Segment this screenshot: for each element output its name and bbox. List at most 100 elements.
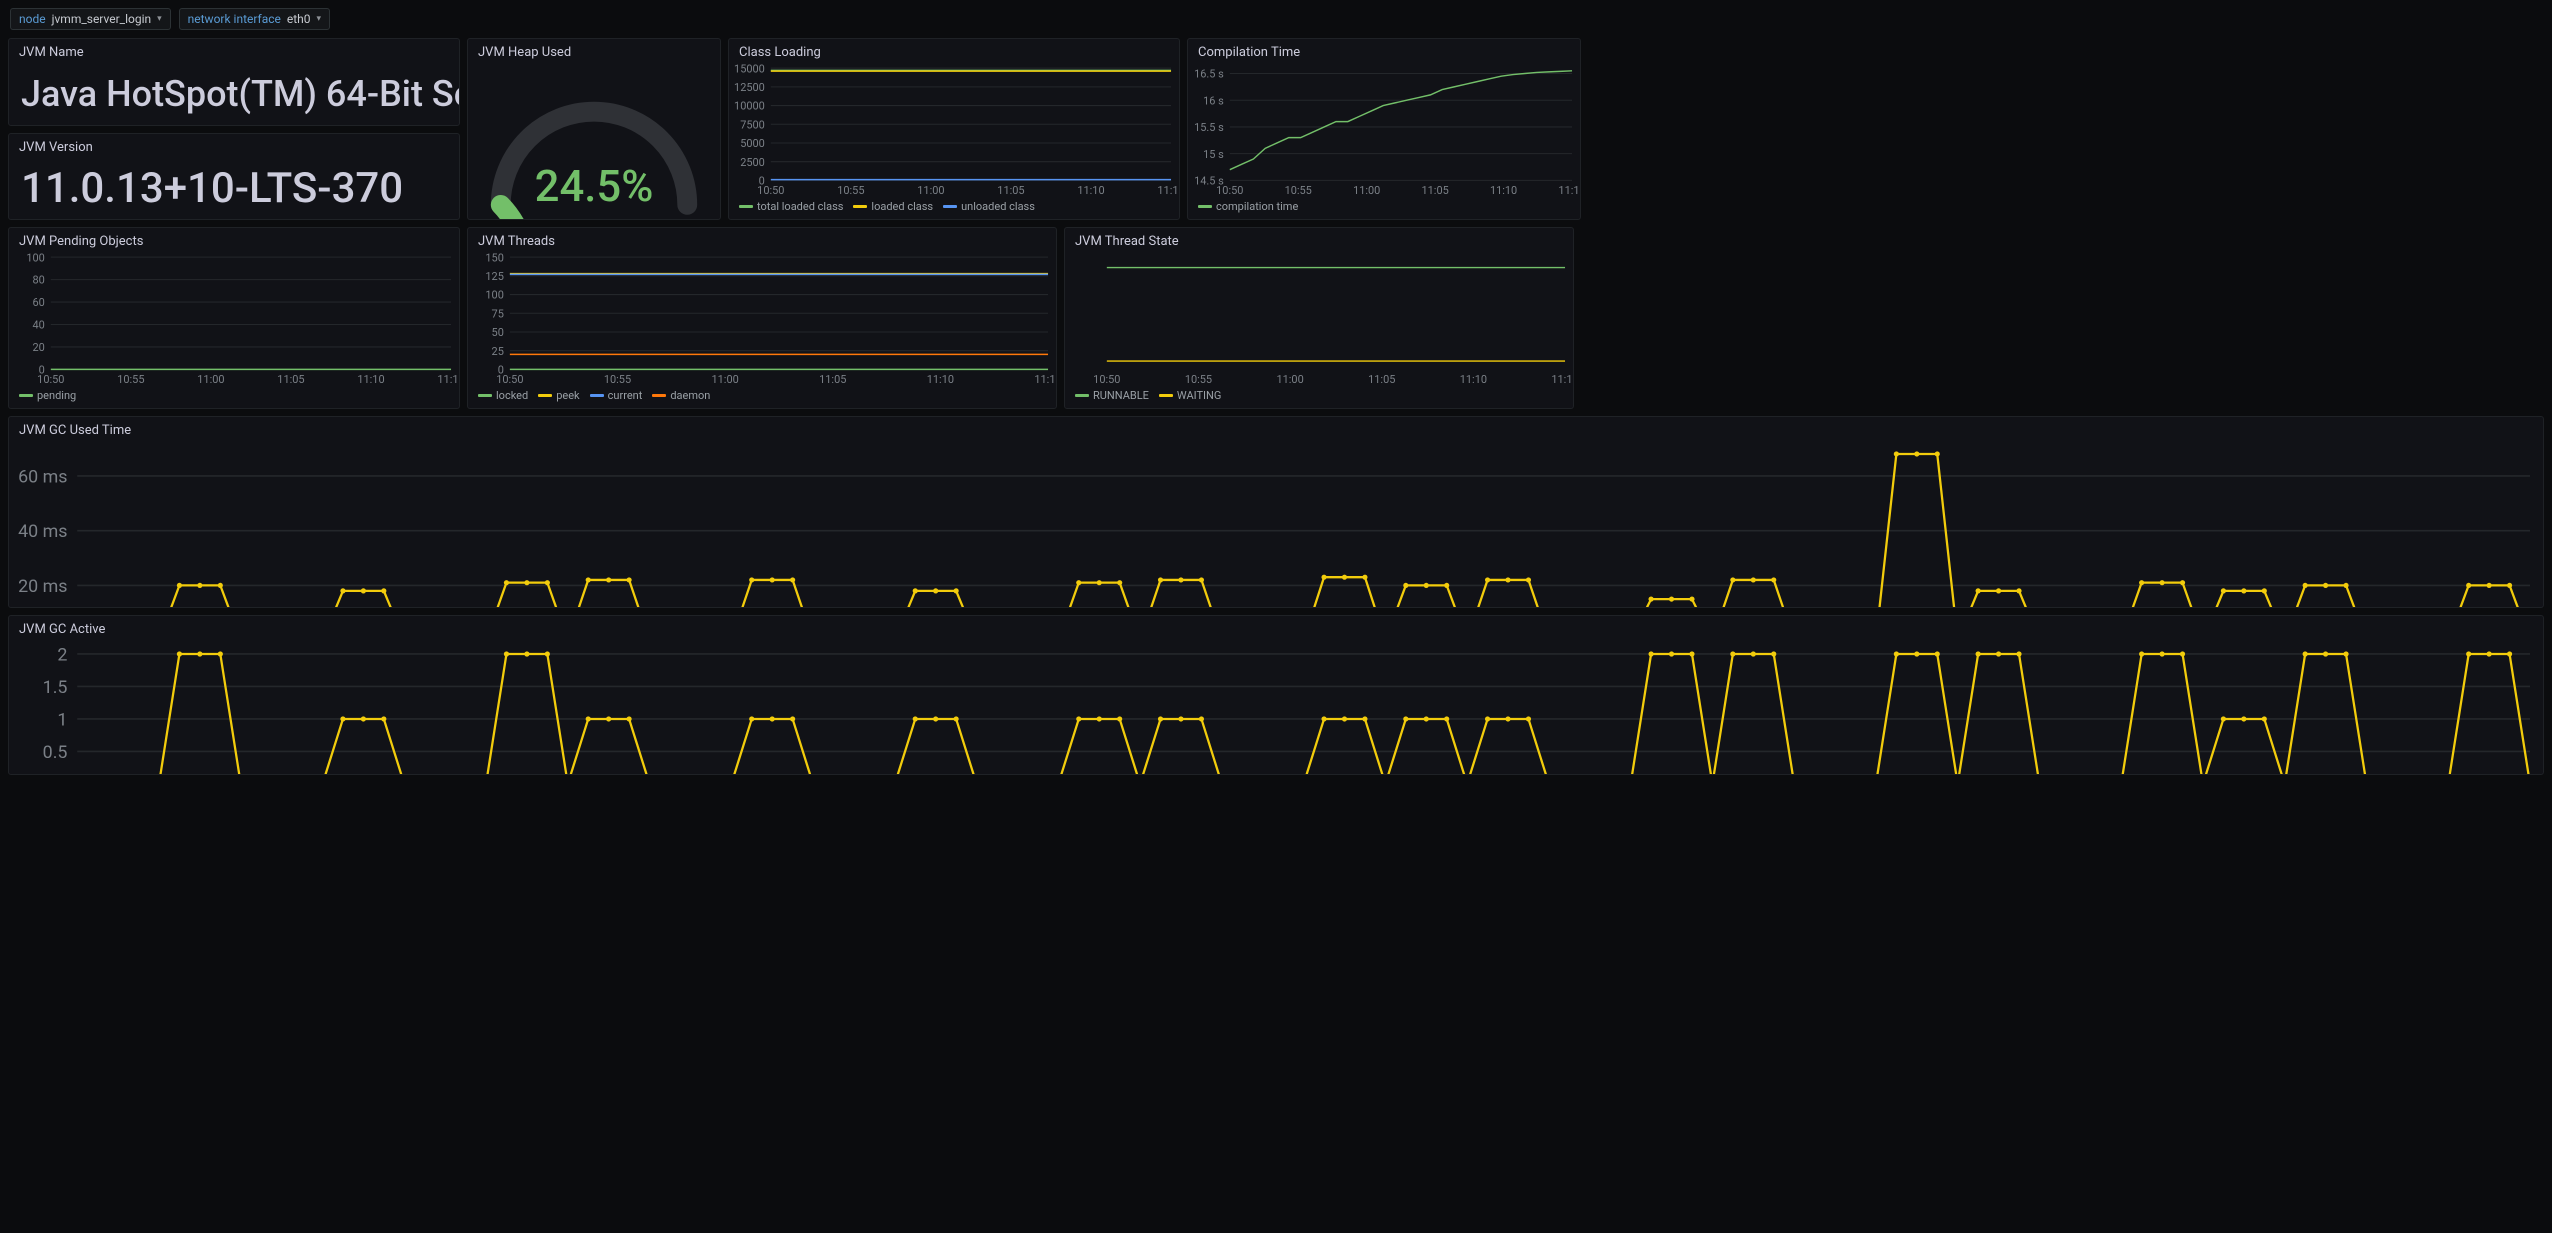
svg-text:0.5: 0.5 bbox=[43, 742, 68, 763]
jvm-version-value: 11.0.13+10-LTS-370 bbox=[9, 159, 459, 220]
svg-text:10:55: 10:55 bbox=[117, 373, 144, 386]
legend-item[interactable]: peek bbox=[538, 389, 579, 402]
svg-text:60: 60 bbox=[33, 296, 45, 309]
svg-text:1.5: 1.5 bbox=[43, 677, 68, 698]
svg-text:100: 100 bbox=[26, 253, 44, 264]
panel-title: JVM Thread State bbox=[1065, 228, 1573, 253]
legend-label: RUNNABLE bbox=[1093, 389, 1149, 402]
svg-text:11:10: 11:10 bbox=[1490, 184, 1517, 197]
chart-body: 0 ms20 ms40 ms60 ms10:48:0010:49:0010:50… bbox=[9, 442, 2543, 608]
legend-swatch bbox=[19, 394, 33, 397]
svg-text:11:15: 11:15 bbox=[1157, 184, 1179, 197]
chart-body: 00.511.5210:48:0010:49:0010:50:0010:51:0… bbox=[9, 641, 2543, 775]
panel-jvm-version[interactable]: JVM Version 11.0.13+10-LTS-370 bbox=[8, 133, 460, 221]
svg-text:50: 50 bbox=[492, 326, 504, 339]
svg-text:12500: 12500 bbox=[734, 81, 765, 94]
panel-pending[interactable]: JVM Pending Objects 02040608010010:5010:… bbox=[8, 227, 460, 409]
legend-item[interactable]: WAITING bbox=[1159, 389, 1221, 402]
svg-text:2500: 2500 bbox=[740, 156, 765, 169]
svg-text:11:05: 11:05 bbox=[997, 184, 1024, 197]
svg-text:0: 0 bbox=[57, 774, 67, 775]
svg-text:11:15: 11:15 bbox=[1551, 373, 1573, 386]
svg-text:11:00: 11:00 bbox=[711, 373, 738, 386]
legend-item[interactable]: unloaded class bbox=[943, 200, 1035, 213]
svg-text:16 s: 16 s bbox=[1203, 94, 1224, 107]
panel-title: JVM Heap Used bbox=[468, 39, 720, 64]
svg-text:11:10: 11:10 bbox=[357, 373, 384, 386]
panel-title: JVM GC Active bbox=[9, 616, 2543, 641]
svg-text:16.5 s: 16.5 s bbox=[1194, 67, 1224, 80]
chart-body: 10:5010:5511:0011:0511:1011:15 bbox=[1065, 253, 1573, 386]
legend-item[interactable]: compilation time bbox=[1198, 200, 1298, 213]
legend-swatch bbox=[478, 394, 492, 397]
svg-text:11:00: 11:00 bbox=[1276, 373, 1303, 386]
svg-text:11:05: 11:05 bbox=[277, 373, 304, 386]
chart-body: 14.5 s15 s15.5 s16 s16.5 s10:5010:5511:0… bbox=[1188, 64, 1580, 197]
legend: pending bbox=[9, 386, 459, 408]
legend-swatch bbox=[538, 394, 552, 397]
jvm-name-value: Java HotSpot(TM) 64-Bit Server VM bbox=[9, 64, 459, 125]
svg-text:11:05: 11:05 bbox=[819, 373, 846, 386]
legend-swatch bbox=[1075, 394, 1089, 397]
panel-gc-active[interactable]: JVM GC Active 00.511.5210:48:0010:49:001… bbox=[8, 615, 2544, 775]
panel-jvm-name[interactable]: JVM Name Java HotSpot(TM) 64-Bit Server … bbox=[8, 38, 460, 126]
svg-text:20: 20 bbox=[33, 341, 45, 354]
legend-item[interactable]: total loaded class bbox=[739, 200, 843, 213]
panel-threads[interactable]: JVM Threads 025507510012515010:5010:5511… bbox=[467, 227, 1057, 409]
svg-text:11:10: 11:10 bbox=[1460, 373, 1487, 386]
legend-swatch bbox=[1198, 205, 1212, 208]
legend-item[interactable]: current bbox=[590, 389, 643, 402]
legend-item[interactable]: pending bbox=[19, 389, 76, 402]
variable-bar: node jvmm_server_login ▾ network interfa… bbox=[0, 0, 2552, 38]
svg-text:10:55: 10:55 bbox=[837, 184, 864, 197]
svg-text:15 s: 15 s bbox=[1203, 148, 1224, 161]
svg-text:40 ms: 40 ms bbox=[18, 521, 67, 542]
chevron-down-icon: ▾ bbox=[317, 14, 322, 24]
panel-title: JVM Name bbox=[9, 39, 459, 64]
legend-item[interactable]: loaded class bbox=[853, 200, 933, 213]
var-interface[interactable]: network interface eth0 ▾ bbox=[179, 8, 330, 30]
chart-body: 025005000750010000125001500010:5010:5511… bbox=[729, 64, 1179, 197]
svg-text:11:15: 11:15 bbox=[437, 373, 459, 386]
legend-swatch bbox=[1159, 394, 1173, 397]
svg-text:10:55: 10:55 bbox=[1185, 373, 1212, 386]
panel-class-loading[interactable]: Class Loading 02500500075001000012500150… bbox=[728, 38, 1180, 220]
var-iface-key: network interface bbox=[188, 12, 281, 26]
legend-label: locked bbox=[496, 389, 528, 402]
legend-swatch bbox=[590, 394, 604, 397]
var-iface-value: eth0 bbox=[287, 12, 311, 26]
chart-body: 025507510012515010:5010:5511:0011:0511:1… bbox=[468, 253, 1056, 386]
legend-item[interactable]: locked bbox=[478, 389, 528, 402]
svg-text:1: 1 bbox=[57, 709, 67, 730]
svg-text:11:05: 11:05 bbox=[1422, 184, 1449, 197]
svg-text:2: 2 bbox=[57, 644, 67, 665]
panel-title: JVM Threads bbox=[468, 228, 1056, 253]
panel-compilation[interactable]: Compilation Time 14.5 s15 s15.5 s16 s16.… bbox=[1187, 38, 1581, 220]
svg-text:11:00: 11:00 bbox=[1353, 184, 1380, 197]
panel-thread-state[interactable]: JVM Thread State 10:5010:5511:0011:0511:… bbox=[1064, 227, 1574, 409]
legend-label: unloaded class bbox=[961, 200, 1035, 213]
gauge-body: 24.5% bbox=[468, 64, 720, 220]
panel-title: Compilation Time bbox=[1188, 39, 1580, 64]
svg-text:15000: 15000 bbox=[734, 64, 765, 75]
legend-item[interactable]: daemon bbox=[652, 389, 710, 402]
legend-label: current bbox=[608, 389, 643, 402]
var-node[interactable]: node jvmm_server_login ▾ bbox=[10, 8, 171, 30]
svg-text:10:50: 10:50 bbox=[1216, 184, 1243, 197]
svg-text:7500: 7500 bbox=[740, 118, 765, 131]
legend-label: loaded class bbox=[871, 200, 933, 213]
svg-text:75: 75 bbox=[492, 307, 504, 320]
svg-text:100: 100 bbox=[485, 289, 503, 302]
svg-text:24.5%: 24.5% bbox=[535, 161, 654, 212]
svg-text:80: 80 bbox=[33, 274, 45, 287]
svg-text:10:50: 10:50 bbox=[1093, 373, 1120, 386]
svg-text:10:50: 10:50 bbox=[37, 373, 64, 386]
panel-heap-gauge[interactable]: JVM Heap Used 24.5% bbox=[467, 38, 721, 220]
legend: compilation time bbox=[1188, 197, 1580, 219]
svg-text:10:50: 10:50 bbox=[757, 184, 784, 197]
svg-text:11:10: 11:10 bbox=[927, 373, 954, 386]
svg-text:10:50: 10:50 bbox=[496, 373, 523, 386]
legend-item[interactable]: RUNNABLE bbox=[1075, 389, 1149, 402]
svg-text:125: 125 bbox=[485, 270, 503, 283]
panel-gc-time[interactable]: JVM GC Used Time 0 ms20 ms40 ms60 ms10:4… bbox=[8, 416, 2544, 608]
